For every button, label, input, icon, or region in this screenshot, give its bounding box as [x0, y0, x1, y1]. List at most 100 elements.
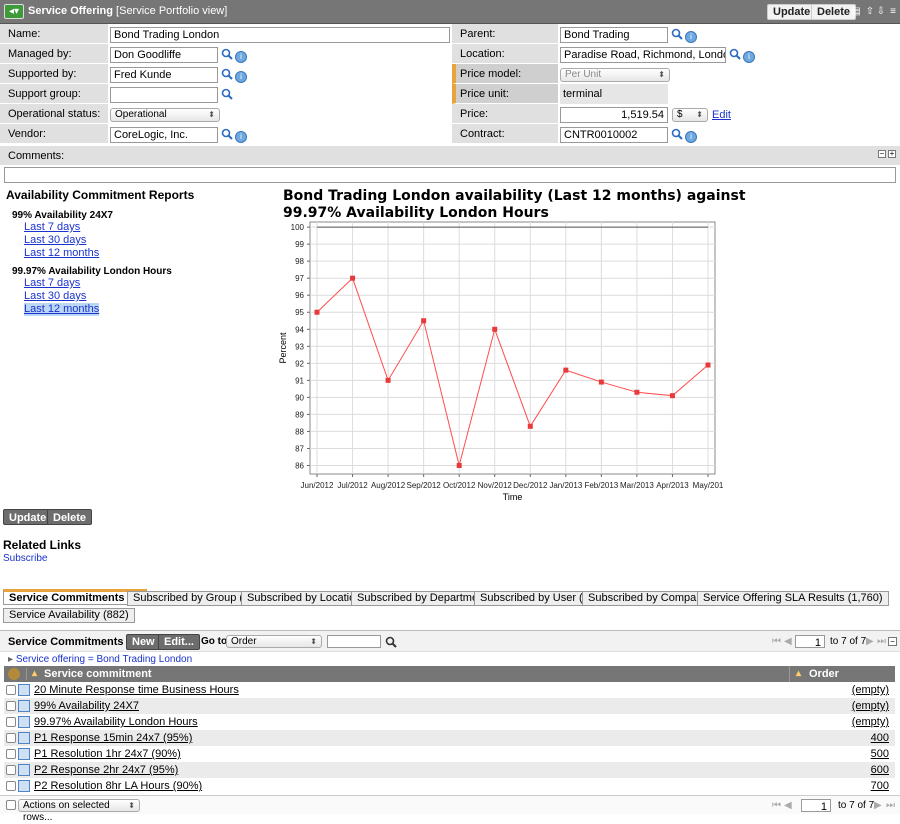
tab-sla-results[interactable]: Service Offering SLA Results (1,760) [697, 591, 889, 606]
commitment-name[interactable]: 20 Minute Response time Business Hours [34, 684, 239, 696]
tab-subscribed-by-group[interactable]: Subscribed by Group (2) [127, 591, 259, 606]
vendor-reference-icon[interactable]: i [235, 131, 247, 143]
page-input[interactable]: 1 [795, 635, 825, 648]
price-edit-link[interactable]: Edit [712, 109, 731, 121]
tab-subscribed-by-department[interactable]: Subscribed by Department [351, 591, 494, 606]
report-link-london-30-days[interactable]: Last 30 days [24, 290, 276, 303]
table-row[interactable]: 99% Availability 24X7 (empty) [4, 698, 895, 714]
first-page-icon[interactable]: ⏮ [772, 636, 781, 647]
commitment-order[interactable]: 700 [871, 780, 889, 792]
record-info-icon[interactable] [18, 764, 30, 776]
search-icon[interactable] [385, 636, 397, 648]
row-checkbox[interactable] [6, 781, 16, 791]
table-row[interactable]: P2 Resolution 8hr LA Hours (90%) 700 [4, 778, 895, 794]
up-arrow-icon[interactable]: ⇧ [865, 6, 875, 17]
table-row[interactable]: P2 Response 2hr 24x7 (95%) 600 [4, 762, 895, 778]
commitment-name[interactable]: P1 Response 15min 24x7 (95%) [34, 732, 192, 744]
record-info-icon[interactable] [18, 684, 30, 696]
record-info-icon[interactable] [18, 716, 30, 728]
row-checkbox[interactable] [6, 765, 16, 775]
name-field[interactable]: Bond Trading London [110, 27, 450, 43]
parent-lookup-icon[interactable] [671, 28, 683, 40]
back-arrow-icon[interactable]: ◂▾ [4, 4, 24, 19]
report-link-24x7-12-months[interactable]: Last 12 months [24, 247, 276, 260]
commitment-order[interactable]: (empty) [852, 716, 889, 728]
report-link-london-12-months[interactable]: Last 12 months [24, 303, 100, 316]
new-button[interactable]: New [126, 634, 161, 650]
commitment-order[interactable]: 400 [871, 732, 889, 744]
update-button[interactable]: Update [767, 4, 817, 20]
commitment-name[interactable]: P2 Resolution 8hr LA Hours (90%) [34, 780, 202, 792]
next-page-icon[interactable]: ▶ [866, 636, 874, 647]
vendor-lookup-icon[interactable] [221, 128, 233, 140]
contract-field[interactable]: CNTR0010002 [560, 127, 668, 143]
price-model-select[interactable]: Per Unit ⬍ [560, 68, 670, 82]
footer-page-input[interactable]: 1 [801, 799, 831, 812]
breadcrumb[interactable]: ▸ Service offering = Bond Trading London [8, 654, 192, 665]
row-checkbox[interactable] [6, 733, 16, 743]
tab-subscribed-by-company[interactable]: Subscribed by Company [582, 591, 714, 606]
subscribe-link[interactable]: Subscribe [3, 553, 47, 564]
commitment-name[interactable]: P2 Response 2hr 24x7 (95%) [34, 764, 178, 776]
table-row[interactable]: 99.97% Availability London Hours (empty) [4, 714, 895, 730]
record-info-icon[interactable] [18, 748, 30, 760]
commitment-order[interactable]: 600 [871, 764, 889, 776]
down-arrow-icon[interactable]: ⇩ [876, 6, 886, 17]
supported-by-lookup-icon[interactable] [221, 68, 233, 80]
trash-icon[interactable]: ▤ [851, 6, 861, 17]
list-title[interactable]: Service Commitments ▾ [8, 635, 132, 648]
support-group-lookup-icon[interactable] [221, 88, 233, 100]
price-field[interactable]: 1,519.54 [560, 107, 668, 123]
record-info-icon[interactable] [18, 780, 30, 792]
delete-button[interactable]: Delete [811, 4, 857, 20]
select-all-checkbox[interactable] [6, 800, 16, 810]
operational-status-select[interactable]: Operational ⬍ [110, 108, 220, 122]
actions-select[interactable]: Actions on selected rows... ⬍ [18, 799, 140, 823]
supported-by-field[interactable]: Fred Kunde [110, 67, 218, 83]
report-link-london-7-days[interactable]: Last 7 days [24, 277, 276, 290]
managed-by-lookup-icon[interactable] [221, 48, 233, 60]
row-checkbox[interactable] [6, 701, 16, 711]
report-link-24x7-7-days[interactable]: Last 7 days [24, 221, 276, 234]
tab-service-commitments[interactable]: Service Commitments (7) [3, 589, 148, 605]
managed-by-field[interactable]: Don Goodliffe [110, 47, 218, 63]
row-checkbox[interactable] [6, 717, 16, 727]
commitment-order[interactable]: 500 [871, 748, 889, 760]
vendor-field[interactable]: CoreLogic, Inc. [110, 127, 218, 143]
bottom-update-button[interactable]: Update [3, 509, 53, 525]
prev-page-icon[interactable]: ◀ [784, 636, 792, 647]
row-checkbox[interactable] [6, 749, 16, 759]
contract-reference-icon[interactable]: i [685, 131, 697, 143]
comments-textarea[interactable] [4, 167, 896, 183]
record-info-icon[interactable] [18, 732, 30, 744]
footer-first-page-icon[interactable]: ⏮ [772, 800, 781, 811]
commitment-order[interactable]: (empty) [852, 684, 889, 696]
collapse-list-icon[interactable]: − [888, 637, 897, 646]
footer-next-page-icon[interactable]: ▶ [874, 800, 882, 811]
location-field[interactable]: Paradise Road, Richmond, London [560, 47, 726, 63]
collapse-icon[interactable]: − [878, 150, 886, 158]
table-row[interactable]: P1 Response 15min 24x7 (95%) 400 [4, 730, 895, 746]
support-group-field[interactable] [110, 87, 218, 103]
table-row[interactable]: 20 Minute Response time Business Hours (e… [4, 682, 895, 698]
goto-search-input[interactable] [327, 635, 381, 648]
managed-by-reference-icon[interactable]: i [235, 51, 247, 63]
edit-button[interactable]: Edit... [158, 634, 200, 650]
commitment-order[interactable]: (empty) [852, 700, 889, 712]
currency-select[interactable]: $ ⬍ [672, 108, 708, 122]
tab-service-availability[interactable]: Service Availability (882) [3, 608, 135, 623]
footer-prev-page-icon[interactable]: ◀ [784, 800, 792, 811]
parent-field[interactable]: Bond Trading [560, 27, 668, 43]
menu-icon[interactable]: ≡ [888, 6, 898, 17]
location-lookup-icon[interactable] [729, 48, 741, 60]
table-row[interactable]: P1 Resolution 1hr 24x7 (90%) 500 [4, 746, 895, 762]
column-service-commitment[interactable]: Service commitment [44, 668, 152, 680]
parent-reference-icon[interactable]: i [685, 31, 697, 43]
expand-icon[interactable]: + [888, 150, 896, 158]
contract-lookup-icon[interactable] [671, 128, 683, 140]
supported-by-reference-icon[interactable]: i [235, 71, 247, 83]
tab-subscribed-by-location[interactable]: Subscribed by Location [241, 591, 368, 606]
footer-last-page-icon[interactable]: ⏭ [886, 800, 895, 811]
row-checkbox[interactable] [6, 685, 16, 695]
last-page-icon[interactable]: ⏭ [877, 636, 886, 647]
